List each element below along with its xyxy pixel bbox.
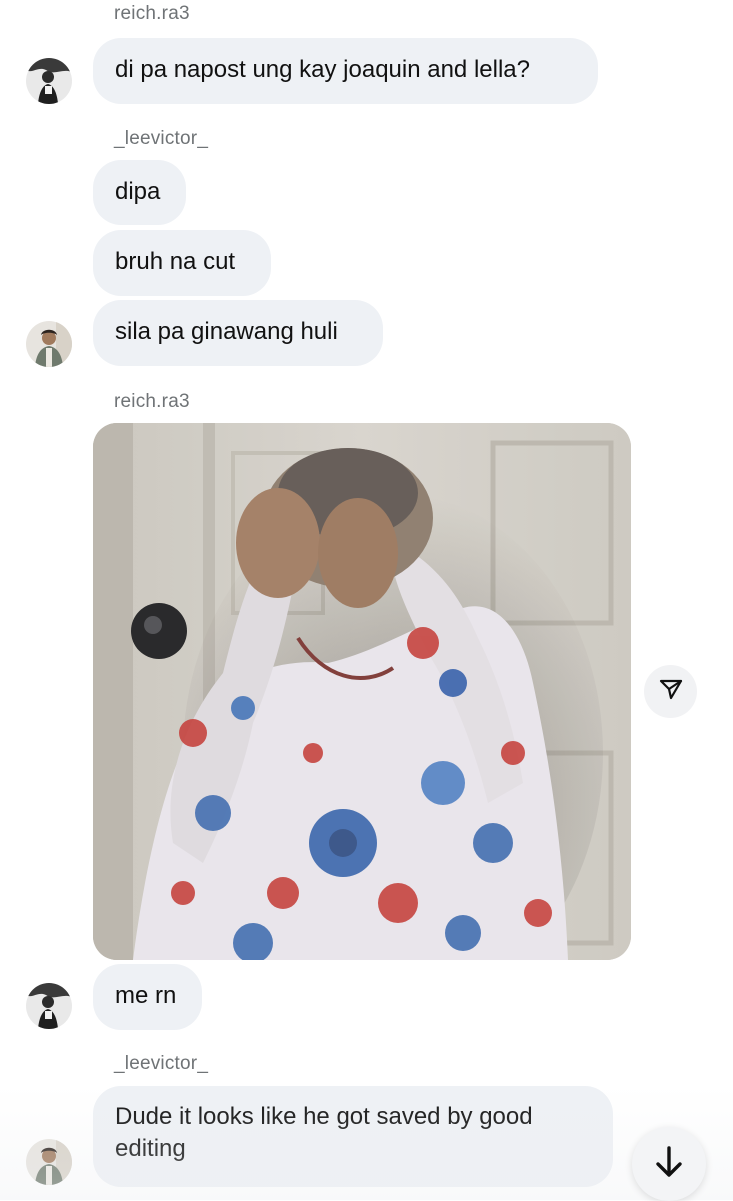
sender-name: reich.ra3	[114, 3, 190, 24]
avatar-reich-ra3[interactable]	[26, 58, 72, 104]
message-bubble[interactable]: dipa	[93, 160, 186, 225]
message-bubble[interactable]: sila pa ginawang huli	[93, 300, 383, 366]
message-bubble[interactable]: bruh na cut	[93, 230, 271, 296]
paper-plane-icon	[658, 676, 684, 707]
sender-name: reich.ra3	[114, 391, 190, 412]
arrow-down-icon	[653, 1145, 685, 1184]
message-bubble[interactable]: me rn	[93, 964, 202, 1030]
avatar-reich-ra3[interactable]	[26, 983, 72, 1029]
shared-image[interactable]	[93, 423, 631, 960]
sender-name: _leevictor_	[114, 1053, 209, 1074]
avatar-leevictor[interactable]	[26, 321, 72, 367]
sender-name: _leevictor_	[114, 128, 209, 149]
message-bubble[interactable]: Dude it looks like he got saved by good …	[93, 1086, 613, 1187]
scroll-to-bottom-button[interactable]	[632, 1127, 706, 1201]
avatar-leevictor[interactable]	[26, 1139, 72, 1185]
share-button[interactable]	[644, 665, 697, 718]
message-bubble[interactable]: di pa napost ung kay joaquin and lella?	[93, 38, 598, 104]
